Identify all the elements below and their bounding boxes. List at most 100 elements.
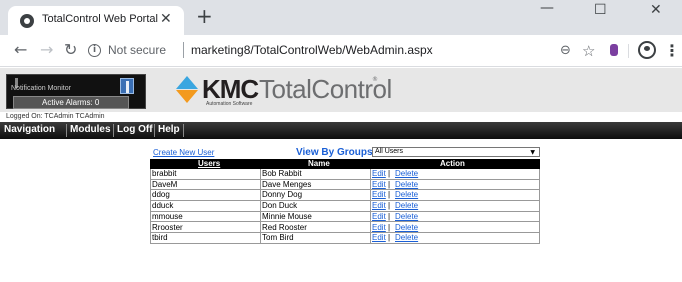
tab-title: TotalControl Web Portal — [42, 13, 158, 25]
user-id-cell: ddog — [152, 190, 170, 200]
action-separator: | — [388, 179, 391, 189]
notification-title: Notification Monitor — [11, 85, 71, 92]
extension-icon[interactable] — [610, 44, 618, 56]
site-favicon-icon — [20, 14, 34, 28]
menu-separator — [66, 124, 67, 137]
active-alarms-label: Active Alarms: 0 — [42, 98, 100, 107]
bookmark-star-icon[interactable]: ☆ — [582, 42, 595, 60]
active-alarms-button[interactable]: Active Alarms: 0 — [13, 96, 129, 109]
user-name-cell: Don Duck — [262, 201, 298, 211]
user-name-cell: Tom Bird — [262, 233, 294, 243]
delete-user-link[interactable]: Delete — [395, 212, 418, 221]
forward-arrow-icon[interactable]: → — [40, 40, 53, 59]
user-id-cell: Rrooster — [152, 222, 183, 232]
action-separator: | — [388, 211, 391, 221]
address-field[interactable]: i Not secure marketing8/TotalControlWeb/… — [88, 39, 594, 63]
user-id-cell: DaveM — [152, 179, 178, 189]
table-row: brabbit Bob Rabbit Edit | Delete — [150, 169, 540, 180]
edit-user-link[interactable]: Edit — [372, 201, 386, 210]
group-select-value: All Users — [375, 148, 404, 155]
new-tab-icon[interactable]: + — [196, 4, 213, 28]
delete-user-link[interactable]: Delete — [395, 223, 418, 232]
table-row: tbird Tom Bird Edit | Delete — [150, 233, 540, 244]
delete-user-link[interactable]: Delete — [395, 180, 418, 189]
menu-separator — [183, 124, 184, 137]
info-icon[interactable]: i — [88, 44, 101, 57]
table-row: ddog Donny Dog Edit | Delete — [150, 190, 540, 202]
logo-diamond-lower — [176, 90, 198, 103]
edit-user-link[interactable]: Edit — [372, 223, 386, 232]
portal-header: Notification Monitor Active Alarms: 0 KM… — [0, 68, 682, 112]
action-separator: | — [388, 201, 391, 211]
logo-tagline: Automation Software — [206, 101, 253, 107]
menu-navigation[interactable]: Navigation — [4, 124, 55, 135]
table-row: mmouse Minnie Mouse Edit | Delete — [150, 212, 540, 223]
dropdown-arrow-icon: ▼ — [530, 149, 535, 156]
alarm-gauge-icon — [120, 78, 134, 94]
browser-tab[interactable]: TotalControl Web Portal ✕ — [8, 6, 184, 35]
logged-on-status: Logged On: TCAdmin TCAdmin — [6, 113, 105, 120]
menu-modules[interactable]: Modules — [70, 124, 111, 135]
security-label: Not secure — [108, 43, 167, 57]
action-separator: | — [388, 190, 391, 200]
user-name-cell: Red Rooster — [262, 222, 307, 232]
minimize-icon[interactable]: — — [540, 0, 554, 16]
action-separator: | — [388, 222, 391, 232]
main-menubar: Navigation Modules Log Off Help — [0, 122, 682, 139]
toolbar-divider — [628, 44, 629, 58]
view-by-groups-label: View By Groups: — [296, 147, 376, 158]
table-column-divider — [260, 169, 261, 244]
user-name-cell: Minnie Mouse — [262, 211, 312, 221]
user-id-cell: tbird — [152, 233, 168, 243]
user-id-cell: brabbit — [152, 169, 177, 178]
close-window-icon[interactable]: ✕ — [650, 2, 662, 18]
delete-user-link[interactable]: Delete — [395, 190, 418, 199]
table-column-divider — [539, 169, 540, 244]
edit-user-link[interactable]: Edit — [372, 233, 386, 242]
menu-separator — [113, 124, 114, 137]
user-name-cell: Bob Rabbit — [262, 169, 302, 178]
kmc-totalcontrol-logo: KMC TotalControl ® Automation Software — [176, 74, 406, 110]
browser-tab-strip: TotalControl Web Portal ✕ + — ☐ ✕ — [0, 0, 682, 35]
table-column-divider — [150, 169, 151, 244]
users-table: Users Name Action brabbit Bob Rabbit Edit |… — [150, 159, 540, 245]
web-page: Notification Monitor Active Alarms: 0 KM… — [0, 68, 682, 282]
profile-avatar-icon[interactable] — [638, 41, 656, 59]
action-separator: | — [388, 233, 391, 243]
close-tab-icon[interactable]: ✕ — [160, 11, 172, 27]
menu-help[interactable]: Help — [158, 124, 180, 135]
user-name-cell: Donny Dog — [262, 190, 303, 200]
delete-user-link[interactable]: Delete — [395, 233, 418, 242]
table-row: Rrooster Red Rooster Edit | Delete — [150, 223, 540, 234]
edit-user-link[interactable]: Edit — [372, 169, 386, 178]
delete-user-link[interactable]: Delete — [395, 169, 418, 178]
back-arrow-icon[interactable]: ← — [14, 40, 27, 59]
edit-user-link[interactable]: Edit — [372, 180, 386, 189]
table-column-divider — [370, 169, 371, 244]
users-table-header: Users Name Action — [150, 159, 540, 169]
edit-user-link[interactable]: Edit — [372, 212, 386, 221]
address-divider — [183, 42, 184, 58]
menu-log-off[interactable]: Log Off — [117, 124, 153, 135]
delete-user-link[interactable]: Delete — [395, 201, 418, 210]
column-name: Name — [308, 159, 330, 168]
edit-user-link[interactable]: Edit — [372, 190, 386, 199]
reload-icon[interactable]: ↻ — [64, 40, 77, 59]
user-id-cell: dduck — [152, 201, 174, 211]
action-separator: | — [388, 169, 391, 178]
column-users[interactable]: Users — [198, 159, 220, 168]
table-row: DaveM Dave Menges Edit | Delete — [150, 180, 540, 191]
menu-separator — [154, 124, 155, 137]
notification-monitor[interactable]: Notification Monitor Active Alarms: 0 — [6, 74, 146, 109]
group-select[interactable]: All Users ▼ — [372, 147, 540, 157]
create-new-user-link[interactable]: Create New User — [153, 148, 214, 157]
logo-diamond-icon — [176, 76, 198, 89]
url-text: marketing8/TotalControlWeb/WebAdmin.aspx — [191, 43, 433, 57]
logo-registered-mark: ® — [372, 76, 378, 83]
browser-menu-icon[interactable]: ⋮ — [664, 41, 680, 60]
column-action: Action — [440, 159, 465, 168]
browser-toolbar: ← → ↻ i Not secure marketing8/TotalContr… — [0, 35, 682, 67]
maximize-icon[interactable]: ☐ — [594, 2, 607, 18]
user-id-cell: mmouse — [152, 211, 183, 221]
zoom-icon[interactable]: ⊖ — [560, 43, 571, 58]
